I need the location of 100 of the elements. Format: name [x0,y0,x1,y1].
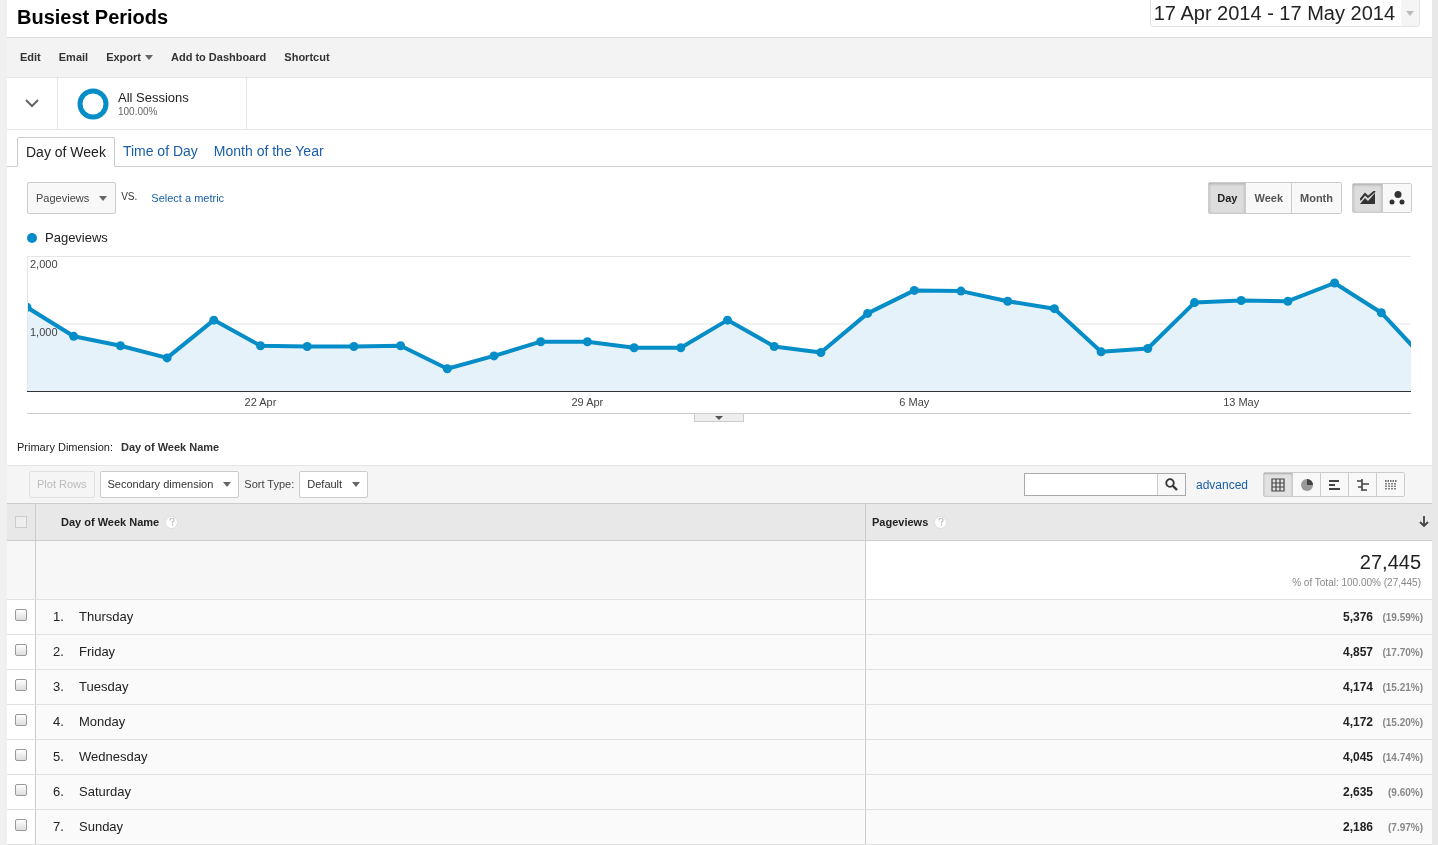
column-header[interactable]: Pageviews [866,504,1432,540]
day-name[interactable]: Friday [79,642,116,662]
legend-label: Pageviews [45,229,108,248]
data-point [1003,296,1013,306]
day-name[interactable]: Monday [79,712,126,732]
row-rank: 5. [53,748,65,767]
data-point [816,348,826,358]
pie-chart-icon [1299,477,1314,492]
period-button[interactable]: Day [1209,183,1246,213]
pageview-count: 2,635 [1342,784,1373,801]
row-rank: 6. [53,783,65,802]
row-checkbox[interactable] [15,644,27,656]
data-point [1143,344,1153,353]
metric-dropdown[interactable]: Pageviews [27,182,117,214]
secondary-dimension-dropdown[interactable]: Secondary dimension [99,471,240,498]
toolbar-button[interactable]: Add to Dashboard [171,49,267,66]
row-rank: 1. [53,608,65,627]
data-point [676,343,686,353]
pivot-icon [1383,477,1398,492]
day-name[interactable]: Thursday [79,607,134,627]
column-title: Day of Week Name [61,514,160,530]
row-checkbox[interactable] [15,609,27,621]
pageview-count: 4,045 [1342,749,1373,766]
pageview-share: (14.74%) [1381,750,1423,765]
row-checkbox[interactable] [15,819,27,831]
toolbar-button[interactable]: Edit [20,49,41,66]
table-search-field[interactable] [1023,473,1186,496]
day-name[interactable]: Saturday [79,782,132,802]
row-rank: 3. [53,678,65,697]
view-button[interactable] [1264,473,1292,496]
day-name[interactable]: Tuesday [79,677,129,697]
period-button[interactable]: Week [1245,183,1291,213]
vs-label: VS. [121,189,138,204]
row-rank: 7. [53,818,65,837]
row-checkbox[interactable] [15,784,27,796]
row-rank: 4. [53,713,65,732]
row-checkbox[interactable] [15,714,27,726]
column-title: Pageviews [872,514,929,530]
pageview-count: 4,857 [1342,644,1373,661]
segment-name: All Sessions [118,89,189,106]
caret-icon [1406,10,1414,16]
day-name[interactable]: Sunday [79,817,124,837]
help-icon [165,515,179,529]
data-point [349,341,359,351]
compare-metric-link[interactable]: Select a metric [151,189,225,207]
caret-icon [715,415,723,420]
pageview-share: (17.70%) [1381,645,1423,660]
row-checkbox[interactable] [15,679,27,691]
data-point [863,308,873,318]
column-header[interactable]: Day of Week Name [36,504,866,540]
x-axis-label: 22 Apr [244,396,277,408]
caret-icon [99,195,108,201]
report-tab[interactable]: Time of Day [114,136,206,166]
toolbar-button[interactable]: Export [106,49,153,66]
total-value: 27,445 [1359,551,1421,573]
data-point [582,337,592,347]
data-point [723,315,732,325]
search-button[interactable] [1156,474,1185,495]
pageview-count: 2,186 [1342,819,1373,836]
y-axis-label: 2,000 [30,258,58,270]
data-point [489,351,499,361]
y-axis-label: 1,000 [30,325,58,338]
search-icon [1164,478,1178,491]
select-all-checkbox[interactable] [15,516,27,528]
data-point [1096,347,1106,357]
sort-type-dropdown[interactable]: Default [299,471,369,498]
data-point [769,341,779,351]
row-rank: 2. [53,643,65,662]
chart-type-button[interactable] [1353,184,1382,212]
data-point [69,331,79,341]
data-point [909,285,919,295]
x-axis-label: 6 May [899,396,930,408]
pageview-count: 4,172 [1342,714,1373,731]
row-checkbox[interactable] [15,749,27,761]
primary-dimension-value: Day of Week Name [120,440,220,456]
toolbar-button[interactable]: Email [58,49,89,66]
report-tab[interactable]: Day of Week [17,137,115,167]
data-point [1330,278,1340,288]
chart-type-button[interactable] [1382,184,1411,212]
pageview-count: 4,174 [1342,679,1373,696]
segment-percent: 100.00% [118,105,159,118]
help-icon [934,515,948,529]
data-point [1236,296,1246,306]
pageview-share: (9.60%) [1387,785,1423,800]
segment-card[interactable]: All Sessions 100.00% [58,78,247,129]
data-point [302,341,312,351]
sort-type-label: Sort Type: [244,477,295,493]
data-point [115,341,125,351]
data-point [27,302,32,312]
bar-chart-icon [1327,477,1342,492]
data-point [209,315,219,325]
primary-dimension-label: Primary Dimension: [17,440,113,456]
caret-icon [352,482,361,487]
date-range-picker[interactable]: 17 Apr 2014 - 17 May 2014 [1149,0,1420,27]
toolbar-button[interactable]: Shortcut [284,49,330,66]
period-button[interactable]: Month [1291,183,1341,213]
report-tab[interactable]: Month of the Year [205,136,332,166]
advanced-link[interactable]: advanced [1195,475,1248,494]
collapse-handle[interactable] [694,414,744,422]
day-name[interactable]: Wednesday [79,747,148,767]
